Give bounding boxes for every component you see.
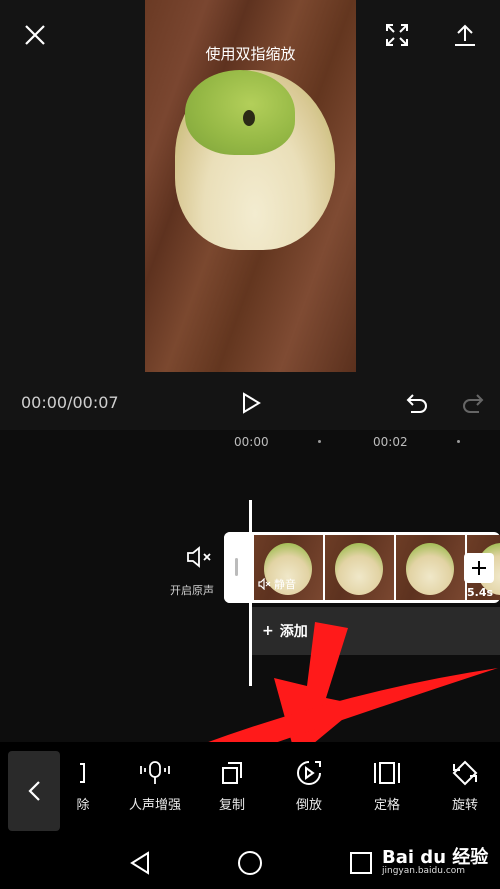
tool-rotate[interactable]: 旋转: [430, 760, 500, 813]
chevron-left-icon: [28, 781, 40, 801]
tool-label: 定格: [373, 798, 400, 813]
split-icon: [80, 763, 85, 783]
reverse-icon: [297, 761, 321, 785]
freeze-icon: [374, 762, 400, 784]
ruler-dot: [457, 440, 460, 443]
undo-icon[interactable]: [402, 388, 432, 418]
clip-mute-label: 静音: [274, 578, 296, 591]
ruler-dot: [318, 440, 321, 443]
tool-copy[interactable]: 复制: [197, 760, 267, 813]
tool-label: 倒放: [295, 798, 322, 813]
close-icon[interactable]: [20, 20, 50, 50]
mic-icon: [140, 761, 170, 784]
fullscreen-icon[interactable]: [382, 20, 412, 50]
mute-icon: [258, 578, 271, 590]
tool-label: 复制: [218, 798, 245, 813]
clip-trim-handle[interactable]: [224, 532, 252, 603]
tool-reverse[interactable]: 倒放: [274, 760, 344, 813]
plus-icon: [472, 561, 486, 575]
export-icon[interactable]: [450, 20, 480, 50]
ruler-label: 00:02: [373, 435, 408, 449]
copy-icon: [222, 762, 242, 784]
nav-home-icon[interactable]: [235, 848, 265, 878]
tool-voice-enhance[interactable]: 人声增强: [120, 760, 190, 813]
redo-icon[interactable]: [458, 388, 488, 418]
thumbnail: [396, 535, 465, 600]
clip-duration: 5.4s: [467, 586, 494, 599]
nav-recents-icon[interactable]: [346, 848, 376, 878]
rotate-icon: [452, 760, 478, 786]
apple-skin: [185, 70, 295, 155]
add-clip-button[interactable]: [464, 553, 494, 583]
tool-label: 人声增强: [128, 798, 181, 813]
original-sound-label[interactable]: 开启原声: [170, 582, 214, 598]
ruler-label: 00:00: [234, 435, 269, 449]
nav-back-icon[interactable]: [125, 848, 155, 878]
tool-freeze[interactable]: 定格: [352, 760, 422, 813]
tool-label: 旋转: [451, 798, 478, 813]
speaker-mute-icon[interactable]: [185, 545, 215, 573]
clip-mute-badge: 静音: [258, 576, 296, 592]
playback-time: 00:00/00:07: [21, 393, 119, 412]
tool-label: 除: [76, 798, 90, 813]
thumbnail: [325, 535, 394, 600]
apple-stem: [243, 110, 255, 126]
video-preview: 使用双指缩放 00:00/00:07: [0, 0, 500, 430]
watermark-url: jingyan.baidu.com: [382, 866, 466, 876]
tool-split[interactable]: 除: [48, 760, 118, 813]
play-icon[interactable]: [236, 388, 266, 418]
zoom-hint: 使用双指缩放: [205, 45, 296, 63]
